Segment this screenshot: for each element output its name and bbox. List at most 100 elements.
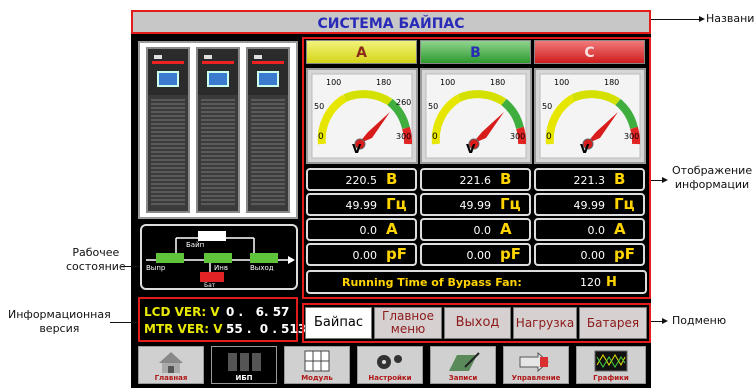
annotation-info-version: Информационная версия [8,308,111,335]
mtr-version-label: MTR VER: V [144,322,223,336]
rectifier-label: Выпр [146,264,166,272]
annotation-info-display: Отображение информации [672,164,753,191]
pf-c-cell: 0.00 pF [534,243,645,266]
phase-a-header: A [306,40,417,64]
frequency-c-cell: 49.99 Гц [534,193,645,216]
annotation-working-state: Рабочее состояние [66,246,126,273]
scale-260: 260 [396,98,412,107]
bypass-label: Байп [186,241,205,249]
flow-diagram [146,231,295,282]
chart-icon [594,350,628,372]
scale-180: 180 [490,78,506,87]
output-label: Выход [250,264,274,272]
current-value: 0.0 [359,224,378,237]
scale-180: 180 [376,78,392,87]
frequency-unit: Гц [500,195,521,213]
annotation-arrow-info [662,177,668,183]
nav-records[interactable]: Записи [430,346,496,384]
voltage-value: 220.5 [345,174,378,187]
gauge-unit: V [352,142,362,156]
current-unit: А [386,220,398,238]
voltmeter-a: 0 50 100 180 260 300 V [306,68,418,164]
home-icon [159,352,183,373]
power-module[interactable] [146,47,190,213]
scale-300: 300 [510,132,526,141]
voltage-b-cell: 221.6 В [420,168,531,191]
gauge-dial-b [425,73,527,159]
gauge-dial-a [311,73,413,159]
annotation-arrow-submenu [662,318,668,324]
phase-b-header: B [420,40,531,64]
nav-label: Модуль [301,374,333,382]
control-icon [519,351,549,373]
submenu-bypass[interactable]: Байпас [305,307,372,339]
submenu-main-menu[interactable]: Главное меню [374,307,442,339]
voltage-a-cell: 220.5 В [306,168,417,191]
fan-unit: H [606,275,617,290]
annotation-line-state [121,266,140,267]
nav-settings[interactable]: Настройки [357,346,423,384]
annotation-line-name [651,19,701,20]
gauge-dial-c [539,73,641,159]
voltage-unit: В [386,170,398,188]
pf-b-cell: 0.00 pF [420,243,531,266]
nav-ups[interactable]: ИБП [211,346,277,384]
current-unit: А [614,220,626,238]
submenu-output[interactable]: Выход [444,307,511,339]
submenu-load[interactable]: Нагрузка [513,307,577,339]
voltage-unit: В [500,170,512,188]
lcd-version-label: LCD VER: V [144,305,220,319]
pf-value: 0.00 [580,249,606,262]
nav-label: ИБП [235,374,253,382]
scale-50: 50 [428,102,439,111]
current-c-cell: 0.0 А [534,218,645,241]
scale-300: 300 [624,132,640,141]
frequency-value: 49.99 [573,199,606,212]
settings-icon [377,355,402,369]
nav-label: Графики [593,374,629,382]
nav-label: Управление [511,374,561,382]
pf-a-cell: 0.00 pF [306,243,417,266]
voltmeter-b: 0 50 100 180 300 V [420,68,532,164]
current-unit: А [500,220,512,238]
annotation-submenu: Подменю [672,314,727,327]
frequency-value: 49.99 [345,199,378,212]
voltage-value: 221.3 [573,174,606,187]
gauge-unit: V [580,142,590,156]
scale-0: 0 [432,132,438,142]
pf-unit: pF [614,245,635,263]
voltage-c-cell: 221.3 В [534,168,645,191]
annotation-name: Название [706,12,754,25]
nav-charts[interactable]: Графики [576,346,646,384]
mtr-version-value: 55 . 0 . 513 [226,322,307,336]
module-icon [304,350,330,372]
pf-unit: pF [500,245,521,263]
pf-value: 0.00 [466,249,492,262]
nav-control[interactable]: Управление [503,346,569,384]
voltage-unit: В [614,170,626,188]
submenu-battery[interactable]: Батарея [579,307,647,339]
power-module[interactable] [196,47,240,213]
module-rack [138,41,298,219]
nav-home[interactable]: Главная [138,346,204,384]
battery-label: Бат [204,282,216,289]
annotation-arrow-name [699,16,705,22]
nav-label: Записи [448,374,478,382]
frequency-unit: Гц [614,195,635,213]
annotation-line-version [110,322,138,323]
ups-icon [228,353,261,371]
scale-50: 50 [542,102,553,111]
frequency-value: 49.99 [459,199,492,212]
pf-value: 0.00 [352,249,378,262]
version-info: LCD VER: V 0 . 6. 57 MTR VER: V 55 . 0 .… [138,297,306,342]
scale-0: 0 [546,132,552,142]
inverter-label: Инв [214,264,228,272]
current-b-cell: 0.0 А [420,218,531,241]
nav-label: Главная [154,374,188,382]
nav-module[interactable]: Модуль [284,346,350,384]
scale-0: 0 [318,132,324,142]
frequency-unit: Гц [386,195,407,213]
power-module[interactable] [246,47,290,213]
records-icon [449,352,480,371]
voltmeter-c: 0 50 100 180 300 V [534,68,646,164]
